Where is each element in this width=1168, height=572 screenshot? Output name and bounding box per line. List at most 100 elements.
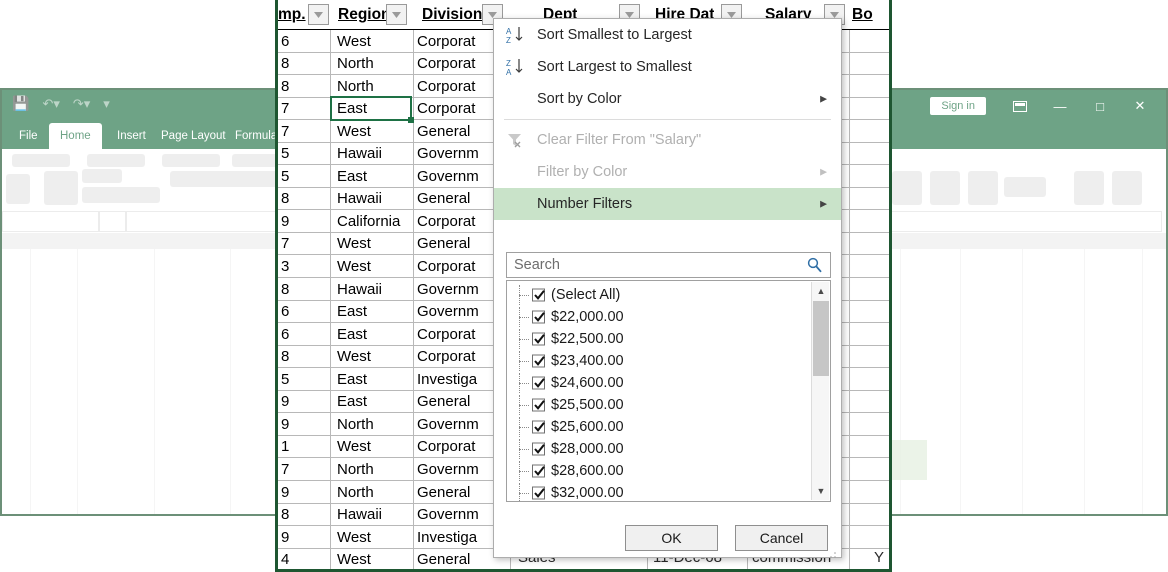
filter-list-item[interactable]: $22,500.00: [507, 329, 830, 349]
resize-grip-icon[interactable]: [829, 546, 837, 558]
tree-branch: [519, 471, 529, 473]
checkbox[interactable]: [532, 442, 545, 456]
tab-file[interactable]: File: [8, 123, 49, 149]
cell-region: West: [337, 438, 371, 456]
cell-emp: 5: [281, 370, 290, 388]
menu-item-sort-smallest-to-largest[interactable]: A Z Sort Smallest to Largest: [494, 19, 841, 51]
menu-item-sort-by-color[interactable]: Sort by Color ▶: [494, 83, 841, 115]
tree-branch: [519, 361, 529, 363]
checkbox[interactable]: [532, 398, 545, 412]
checkbox[interactable]: [532, 464, 545, 478]
maximize-button[interactable]: □: [1080, 93, 1120, 119]
filter-list-item-label: $22,500.00: [551, 331, 624, 347]
checkbox[interactable]: [532, 376, 545, 390]
menu-item-label: Sort Smallest to Largest: [537, 27, 692, 43]
customize-quick-access-icon[interactable]: ▾: [103, 97, 110, 110]
checkbox[interactable]: [532, 354, 545, 368]
svg-text:Z: Z: [506, 59, 511, 68]
tree-branch: [519, 449, 529, 451]
filter-value-list[interactable]: (Select All) $22,000.00 $22,500.00 $23,400.…: [506, 280, 831, 502]
tree-branch: [519, 295, 529, 297]
ok-button[interactable]: OK: [625, 525, 718, 551]
checkbox[interactable]: [532, 486, 545, 500]
cell-emp: 9: [281, 212, 290, 230]
filter-search-box[interactable]: Search: [506, 252, 831, 278]
tree-branch: [519, 383, 529, 385]
cell-emp: 8: [281, 55, 290, 73]
filter-list-item[interactable]: $28,000.00: [507, 439, 830, 459]
tab-home[interactable]: Home: [49, 123, 102, 149]
cell-region: Hawaii: [337, 145, 383, 163]
filter-list-item[interactable]: (Select All): [507, 285, 830, 305]
cell-region: California: [337, 212, 401, 230]
cell-flag-last: Y: [874, 548, 885, 566]
formula-buttons[interactable]: [99, 211, 126, 232]
cell-emp: 7: [281, 460, 290, 478]
cell-region: West: [337, 551, 371, 569]
tree-branch: [519, 339, 529, 341]
checkbox[interactable]: [532, 310, 545, 324]
filter-list-item[interactable]: $28,600.00: [507, 461, 830, 481]
filter-list-item-label: $25,500.00: [551, 397, 624, 413]
quick-access-toolbar: 💾 ↶▾ ↷▾ ▾: [12, 96, 110, 110]
cell-region: North: [337, 460, 374, 478]
cell-emp: 9: [281, 393, 290, 411]
filter-list-item[interactable]: $25,600.00: [507, 417, 830, 437]
filter-list-item-label: $32,000.00: [551, 485, 624, 501]
filter-list-item-label: $24,600.00: [551, 375, 624, 391]
filter-dropdown-icon-emp[interactable]: [308, 4, 329, 25]
scrollbar-thumb[interactable]: [813, 301, 829, 376]
ribbon-display-options-icon[interactable]: [1000, 93, 1040, 119]
cell-emp: 6: [281, 32, 290, 50]
checkbox[interactable]: [532, 332, 545, 346]
filter-list-item-label: $28,000.00: [551, 441, 624, 457]
cell-emp: 4: [281, 551, 290, 569]
filter-list-item[interactable]: $25,500.00: [507, 395, 830, 415]
filter-list-scrollbar[interactable]: ▲ ▼: [811, 282, 829, 500]
svg-text:A: A: [506, 27, 512, 36]
redo-icon[interactable]: ↷▾: [73, 97, 90, 110]
chevron-right-icon: ▶: [820, 166, 827, 177]
save-icon[interactable]: 💾: [12, 96, 29, 110]
tree-branch: [519, 427, 529, 429]
chevron-up-icon[interactable]: ▲: [812, 282, 830, 300]
chevron-down-icon[interactable]: ▼: [812, 482, 830, 500]
sign-in-button[interactable]: Sign in: [930, 97, 986, 115]
filter-list-item[interactable]: $24,600.00: [507, 373, 830, 393]
cell-emp: 3: [281, 258, 290, 275]
filter-list-item-label: (Select All): [551, 287, 621, 303]
search-icon: [806, 257, 823, 279]
cancel-button[interactable]: Cancel: [735, 525, 828, 551]
undo-icon[interactable]: ↶▾: [42, 97, 59, 110]
column-header-bonus: Bo: [852, 5, 873, 23]
menu-item-label: Number Filters: [537, 196, 633, 212]
filter-dropdown-icon-region[interactable]: [386, 4, 407, 25]
search-input[interactable]: Search: [514, 253, 560, 277]
fill-handle[interactable]: [408, 117, 414, 123]
checkbox[interactable]: [532, 420, 545, 434]
cell-region: North: [337, 55, 374, 73]
name-box[interactable]: [2, 211, 99, 232]
menu-item-sort-largest-to-smallest[interactable]: Z A Sort Largest to Smallest: [494, 51, 841, 83]
checkbox[interactable]: [532, 288, 545, 302]
cell-region: East: [337, 325, 368, 343]
filter-list-item[interactable]: $23,400.00: [507, 351, 830, 371]
close-button[interactable]: ✕: [1120, 93, 1160, 119]
filter-list-item-label: $23,400.00: [551, 353, 624, 369]
filter-list-item[interactable]: $32,000.00: [507, 483, 830, 501]
filter-dropdown-menu: A Z Sort Smallest to Largest Z A Sort La…: [493, 18, 842, 558]
tree-branch: [519, 493, 529, 495]
cell-emp: 8: [281, 77, 290, 95]
filter-list-item[interactable]: $22,000.00: [507, 307, 830, 327]
menu-item-label: Filter by Color: [537, 164, 628, 180]
cell-region: North: [337, 415, 374, 433]
cell-emp: 8: [281, 280, 290, 298]
selected-cell[interactable]: [330, 96, 412, 121]
cell-region: East: [337, 370, 368, 388]
cell-region: West: [337, 122, 371, 140]
menu-item-filter-by-color: Filter by Color ▶: [494, 156, 841, 188]
menu-item-number-filters[interactable]: Number Filters ▶: [494, 188, 841, 220]
minimize-button[interactable]: —: [1040, 93, 1080, 119]
cell-region: East: [337, 393, 368, 411]
cell-region: West: [337, 258, 371, 275]
